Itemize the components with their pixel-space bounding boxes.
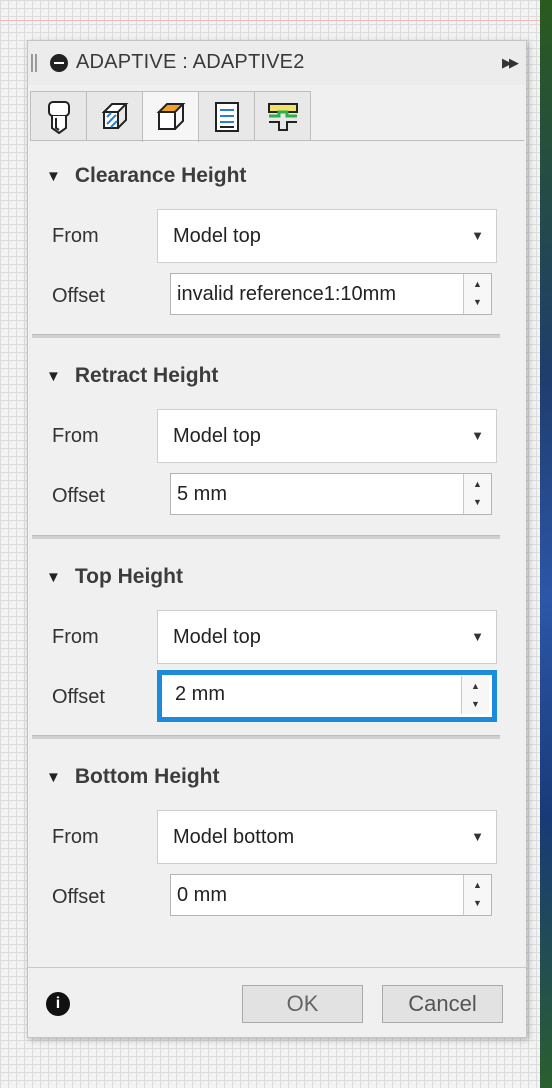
bottom-offset-input[interactable]: 0 mm ▲ ▼ (170, 874, 492, 916)
info-icon[interactable]: i (46, 992, 70, 1016)
input-value: 2 mm (175, 683, 225, 705)
offset-label: Offset (52, 686, 105, 708)
collapse-triangle-icon: ▼ (46, 568, 61, 586)
chevron-down-icon: ▼ (471, 629, 484, 644)
collapse-icon[interactable] (50, 54, 68, 72)
collapse-triangle-icon: ▼ (46, 167, 61, 185)
spin-up-icon[interactable]: ▲ (471, 681, 480, 691)
collapse-triangle-icon: ▼ (46, 367, 61, 385)
input-value: 5 mm (177, 483, 227, 505)
expand-icon[interactable]: ▶▶ (502, 55, 519, 71)
group-title: Clearance Height (74, 164, 247, 187)
retract-offset-input[interactable]: 5 mm ▲ ▼ (170, 473, 492, 515)
clearance-from-dropdown[interactable]: Model top ▼ (157, 209, 497, 263)
group-header-top-height[interactable]: ▼ Top Height (46, 562, 183, 592)
collapse-triangle-icon: ▼ (46, 768, 61, 786)
group-title: Bottom Height (74, 765, 220, 788)
spin-down-icon[interactable]: ▼ (473, 297, 482, 307)
spin-up-icon[interactable]: ▲ (473, 880, 482, 890)
heights-icon (156, 103, 185, 130)
spin-buttons[interactable]: ▲ ▼ (463, 474, 491, 514)
tabs-divider (30, 140, 524, 141)
dropdown-value: Model top (173, 225, 261, 247)
group-header-clearance-height[interactable]: ▼ Clearance Height (46, 161, 246, 191)
chevron-down-icon: ▼ (471, 228, 484, 243)
offset-label: Offset (52, 285, 105, 307)
chevron-down-icon: ▼ (471, 428, 484, 443)
dropdown-value: Model top (173, 626, 261, 648)
from-label: From (52, 425, 99, 447)
spin-up-icon[interactable]: ▲ (473, 279, 482, 289)
from-label: From (52, 826, 99, 848)
spin-buttons[interactable]: ▲ ▼ (463, 875, 491, 915)
spin-down-icon[interactable]: ▼ (473, 898, 482, 908)
drag-handle[interactable] (31, 54, 37, 72)
spin-buttons[interactable]: ▲ ▼ (463, 274, 491, 314)
tab-linking[interactable] (254, 91, 311, 141)
dialog-title: ADAPTIVE : ADAPTIVE2 (76, 51, 305, 73)
dropdown-value: Model top (173, 425, 261, 447)
adaptive-dialog: ADAPTIVE : ADAPTIVE2 ▶▶ ▼ Clearance Heig… (27, 40, 527, 1038)
group-separator (32, 735, 500, 739)
from-label: From (52, 225, 99, 247)
input-value: 0 mm (177, 884, 227, 906)
spin-down-icon[interactable]: ▼ (471, 699, 480, 709)
from-label: From (52, 626, 99, 648)
geometry-icon (101, 102, 128, 129)
chevron-down-icon: ▼ (471, 829, 484, 844)
tab-passes[interactable] (198, 91, 255, 141)
group-header-bottom-height[interactable]: ▼ Bottom Height (46, 762, 220, 792)
group-separator (32, 334, 500, 338)
spin-buttons[interactable]: ▲ ▼ (461, 676, 489, 714)
dialog-tabs (30, 91, 311, 142)
offset-label: Offset (52, 886, 105, 908)
tab-heights[interactable] (142, 91, 199, 142)
linking-icon (267, 102, 298, 131)
dialog-titlebar[interactable]: ADAPTIVE : ADAPTIVE2 ▶▶ (28, 41, 526, 85)
ok-button[interactable]: OK (242, 985, 363, 1023)
tool-icon (47, 100, 70, 134)
dropdown-value: Model bottom (173, 826, 295, 848)
group-title: Top Height (74, 565, 183, 588)
group-header-retract-height[interactable]: ▼ Retract Height (46, 361, 218, 391)
bottom-from-dropdown[interactable]: Model bottom ▼ (157, 810, 497, 864)
group-separator (32, 535, 500, 539)
spin-down-icon[interactable]: ▼ (473, 497, 482, 507)
footer-separator (28, 967, 526, 968)
cancel-button[interactable]: Cancel (382, 985, 503, 1023)
offset-label: Offset (52, 485, 105, 507)
tab-tool[interactable] (30, 91, 87, 141)
viewport-background (540, 0, 552, 1088)
top-from-dropdown[interactable]: Model top ▼ (157, 610, 497, 664)
passes-icon (214, 101, 239, 132)
tab-geometry[interactable] (86, 91, 143, 141)
canvas-guide-line (0, 20, 540, 21)
retract-from-dropdown[interactable]: Model top ▼ (157, 409, 497, 463)
input-value: invalid reference1:10mm (177, 283, 396, 305)
clearance-offset-input[interactable]: invalid reference1:10mm ▲ ▼ (170, 273, 492, 315)
spin-up-icon[interactable]: ▲ (473, 479, 482, 489)
group-title: Retract Height (74, 364, 219, 387)
top-offset-input[interactable]: 2 mm ▲ ▼ (157, 670, 497, 722)
